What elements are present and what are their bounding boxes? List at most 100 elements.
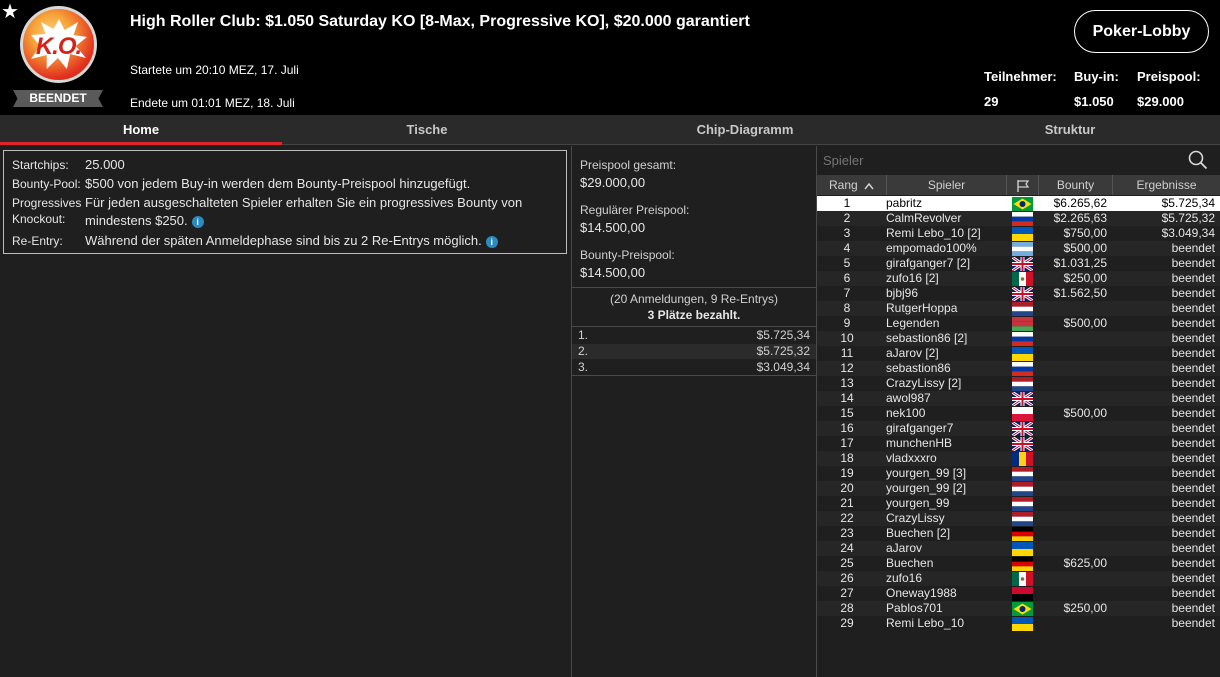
progressive-ko-label: Progressives Knockout: bbox=[12, 196, 82, 226]
page-title: High Roller Club: $1.050 Saturday KO [8-… bbox=[130, 13, 750, 30]
table-row[interactable]: 2 CalmRevolver $2.265,63 $5.725,32 bbox=[817, 211, 1220, 226]
row-result: beendet bbox=[1171, 391, 1215, 405]
row-bounty: $250,00 bbox=[1063, 601, 1107, 615]
table-row[interactable]: 16 girafganger7 beendet bbox=[817, 420, 1220, 438]
table-row[interactable]: 10 sebastion86 [2] beendet bbox=[817, 331, 1220, 346]
column-results[interactable]: Ergebnisse bbox=[1113, 175, 1220, 195]
bounty-prizepool-value: $14.500,00 bbox=[580, 265, 646, 280]
table-row[interactable]: 8 RutgerHoppa beendet bbox=[817, 301, 1220, 316]
table-row[interactable]: 1 pabritz $6.265,62 $5.725,34 bbox=[817, 196, 1220, 211]
row-rank: 17 bbox=[840, 436, 854, 450]
column-player[interactable]: Spieler bbox=[887, 175, 1007, 195]
table-row[interactable]: 18 vladxxxro beendet bbox=[817, 451, 1220, 466]
row-result: beendet bbox=[1171, 571, 1215, 585]
panel-divider bbox=[571, 146, 572, 677]
table-row[interactable]: 5 girafganger7 [2] $1.031,25 beendet bbox=[817, 255, 1220, 273]
tab-home[interactable]: Home bbox=[0, 115, 282, 145]
table-row[interactable]: 13 CrazyLissy [2] beendet bbox=[817, 376, 1220, 391]
startchips-label: Startchips: bbox=[12, 158, 69, 172]
row-result: beendet bbox=[1171, 586, 1215, 600]
tab-structure[interactable]: Struktur bbox=[925, 115, 1215, 145]
divider bbox=[572, 326, 816, 327]
column-rank[interactable]: Rang bbox=[817, 175, 887, 195]
country-flag-icon bbox=[1012, 542, 1033, 556]
payout-value: $5.725,34 bbox=[756, 328, 810, 342]
buyin-label: Buy-in: bbox=[1074, 69, 1119, 84]
flag-icon bbox=[1016, 179, 1029, 192]
info-icon[interactable]: i bbox=[485, 235, 498, 248]
table-row[interactable]: 7 bjbj96 $1.562,50 beendet bbox=[817, 285, 1220, 303]
favorite-star-icon[interactable]: ★ bbox=[1, 2, 19, 22]
row-player-name: awol987 bbox=[886, 391, 931, 405]
country-flag-icon bbox=[1012, 302, 1033, 316]
table-row[interactable]: 9 Legenden $500,00 beendet bbox=[817, 316, 1220, 331]
row-player-name: empomado100% bbox=[886, 241, 977, 255]
table-row[interactable]: 15 nek100 $500,00 beendet bbox=[817, 406, 1220, 421]
info-icon[interactable]: i bbox=[191, 215, 204, 228]
row-result: beendet bbox=[1171, 286, 1215, 300]
table-row[interactable]: 29 Remi Lebo_10 beendet bbox=[817, 616, 1220, 631]
country-flag-icon bbox=[1012, 557, 1033, 571]
tab-tables[interactable]: Tische bbox=[282, 115, 572, 145]
regular-prizepool-label: Regulärer Preispool: bbox=[580, 203, 690, 217]
column-bounty[interactable]: Bounty bbox=[1039, 175, 1113, 195]
row-player-name: bjbj96 bbox=[886, 286, 919, 300]
row-result: beendet bbox=[1171, 316, 1215, 330]
poker-lobby-button[interactable]: Poker-Lobby bbox=[1074, 10, 1209, 53]
country-flag-icon bbox=[1011, 390, 1034, 408]
table-row[interactable]: 24 aJarov beendet bbox=[817, 541, 1220, 556]
table-row[interactable]: 28 Pablos701 $250,00 beendet bbox=[817, 601, 1220, 616]
divider bbox=[572, 375, 816, 376]
row-result: beendet bbox=[1171, 406, 1215, 420]
player-search-input[interactable] bbox=[823, 150, 1173, 170]
tab-chip-chart[interactable]: Chip-Diagramm bbox=[600, 115, 890, 145]
row-rank: 20 bbox=[840, 481, 854, 495]
table-row[interactable]: 4 empomado100% $500,00 beendet bbox=[817, 241, 1220, 256]
row-result: beendet bbox=[1171, 421, 1215, 435]
table-row[interactable]: 25 Buechen $625,00 beendet bbox=[817, 556, 1220, 571]
table-row[interactable]: 23 Buechen [2] beendet bbox=[817, 526, 1220, 541]
total-prizepool-value: $29.000,00 bbox=[580, 175, 646, 190]
row-player-name: munchenHB bbox=[886, 436, 953, 450]
column-country[interactable] bbox=[1007, 175, 1039, 195]
row-rank: 28 bbox=[840, 601, 854, 615]
row-rank: 23 bbox=[840, 526, 854, 540]
country-flag-icon bbox=[1012, 482, 1033, 496]
row-result: beendet bbox=[1171, 511, 1215, 525]
table-row[interactable]: 3 Remi Lebo_10 [2] $750,00 $3.049,34 bbox=[817, 226, 1220, 241]
row-rank: 14 bbox=[840, 391, 854, 405]
table-row[interactable]: 17 munchenHB beendet bbox=[817, 435, 1220, 453]
row-rank: 13 bbox=[840, 376, 854, 390]
table-row[interactable]: 11 aJarov [2] beendet bbox=[817, 346, 1220, 361]
row-player-name: yourgen_99 [3] bbox=[886, 466, 967, 480]
row-result: beendet bbox=[1171, 241, 1215, 255]
row-rank: 2 bbox=[843, 211, 851, 225]
row-bounty: $1.562,50 bbox=[1053, 286, 1107, 300]
table-row[interactable]: 19 yourgen_99 [3] beendet bbox=[817, 466, 1220, 481]
row-rank: 4 bbox=[843, 241, 851, 255]
row-rank: 5 bbox=[843, 256, 851, 270]
payout-value: $5.725,32 bbox=[756, 344, 810, 358]
table-row[interactable]: 26 zufo16 beendet bbox=[817, 571, 1220, 586]
row-rank: 19 bbox=[840, 466, 854, 480]
country-flag-icon bbox=[1012, 272, 1033, 286]
country-flag-icon bbox=[1012, 317, 1033, 331]
sort-ascending-icon bbox=[864, 182, 874, 190]
row-result: beendet bbox=[1171, 466, 1215, 480]
table-row[interactable]: 6 zufo16 [2] $250,00 beendet bbox=[817, 271, 1220, 286]
table-row[interactable]: 22 CrazyLissy beendet bbox=[817, 511, 1220, 526]
row-player-name: Buechen bbox=[886, 556, 934, 570]
table-row[interactable]: 12 sebastion86 beendet bbox=[817, 361, 1220, 376]
table-row[interactable]: 27 Oneway1988 beendet bbox=[817, 586, 1220, 601]
table-row[interactable]: 21 yourgen_99 beendet bbox=[817, 496, 1220, 511]
table-row[interactable]: 20 yourgen_99 [2] beendet bbox=[817, 481, 1220, 496]
row-player-name: girafganger7 bbox=[886, 421, 954, 435]
ko-logo: K.O. bbox=[20, 6, 97, 83]
startchips-value: 25.000 bbox=[85, 157, 125, 172]
search-icon[interactable] bbox=[1188, 150, 1208, 170]
row-player-name: yourgen_99 [2] bbox=[886, 481, 967, 495]
row-bounty: $1.031,25 bbox=[1053, 256, 1107, 270]
row-player-name: zufo16 bbox=[886, 571, 923, 585]
table-row[interactable]: 14 awol987 beendet bbox=[817, 390, 1220, 408]
progressive-ko-value: Für jeden ausgeschalteten Spieler erhalt… bbox=[85, 195, 523, 228]
